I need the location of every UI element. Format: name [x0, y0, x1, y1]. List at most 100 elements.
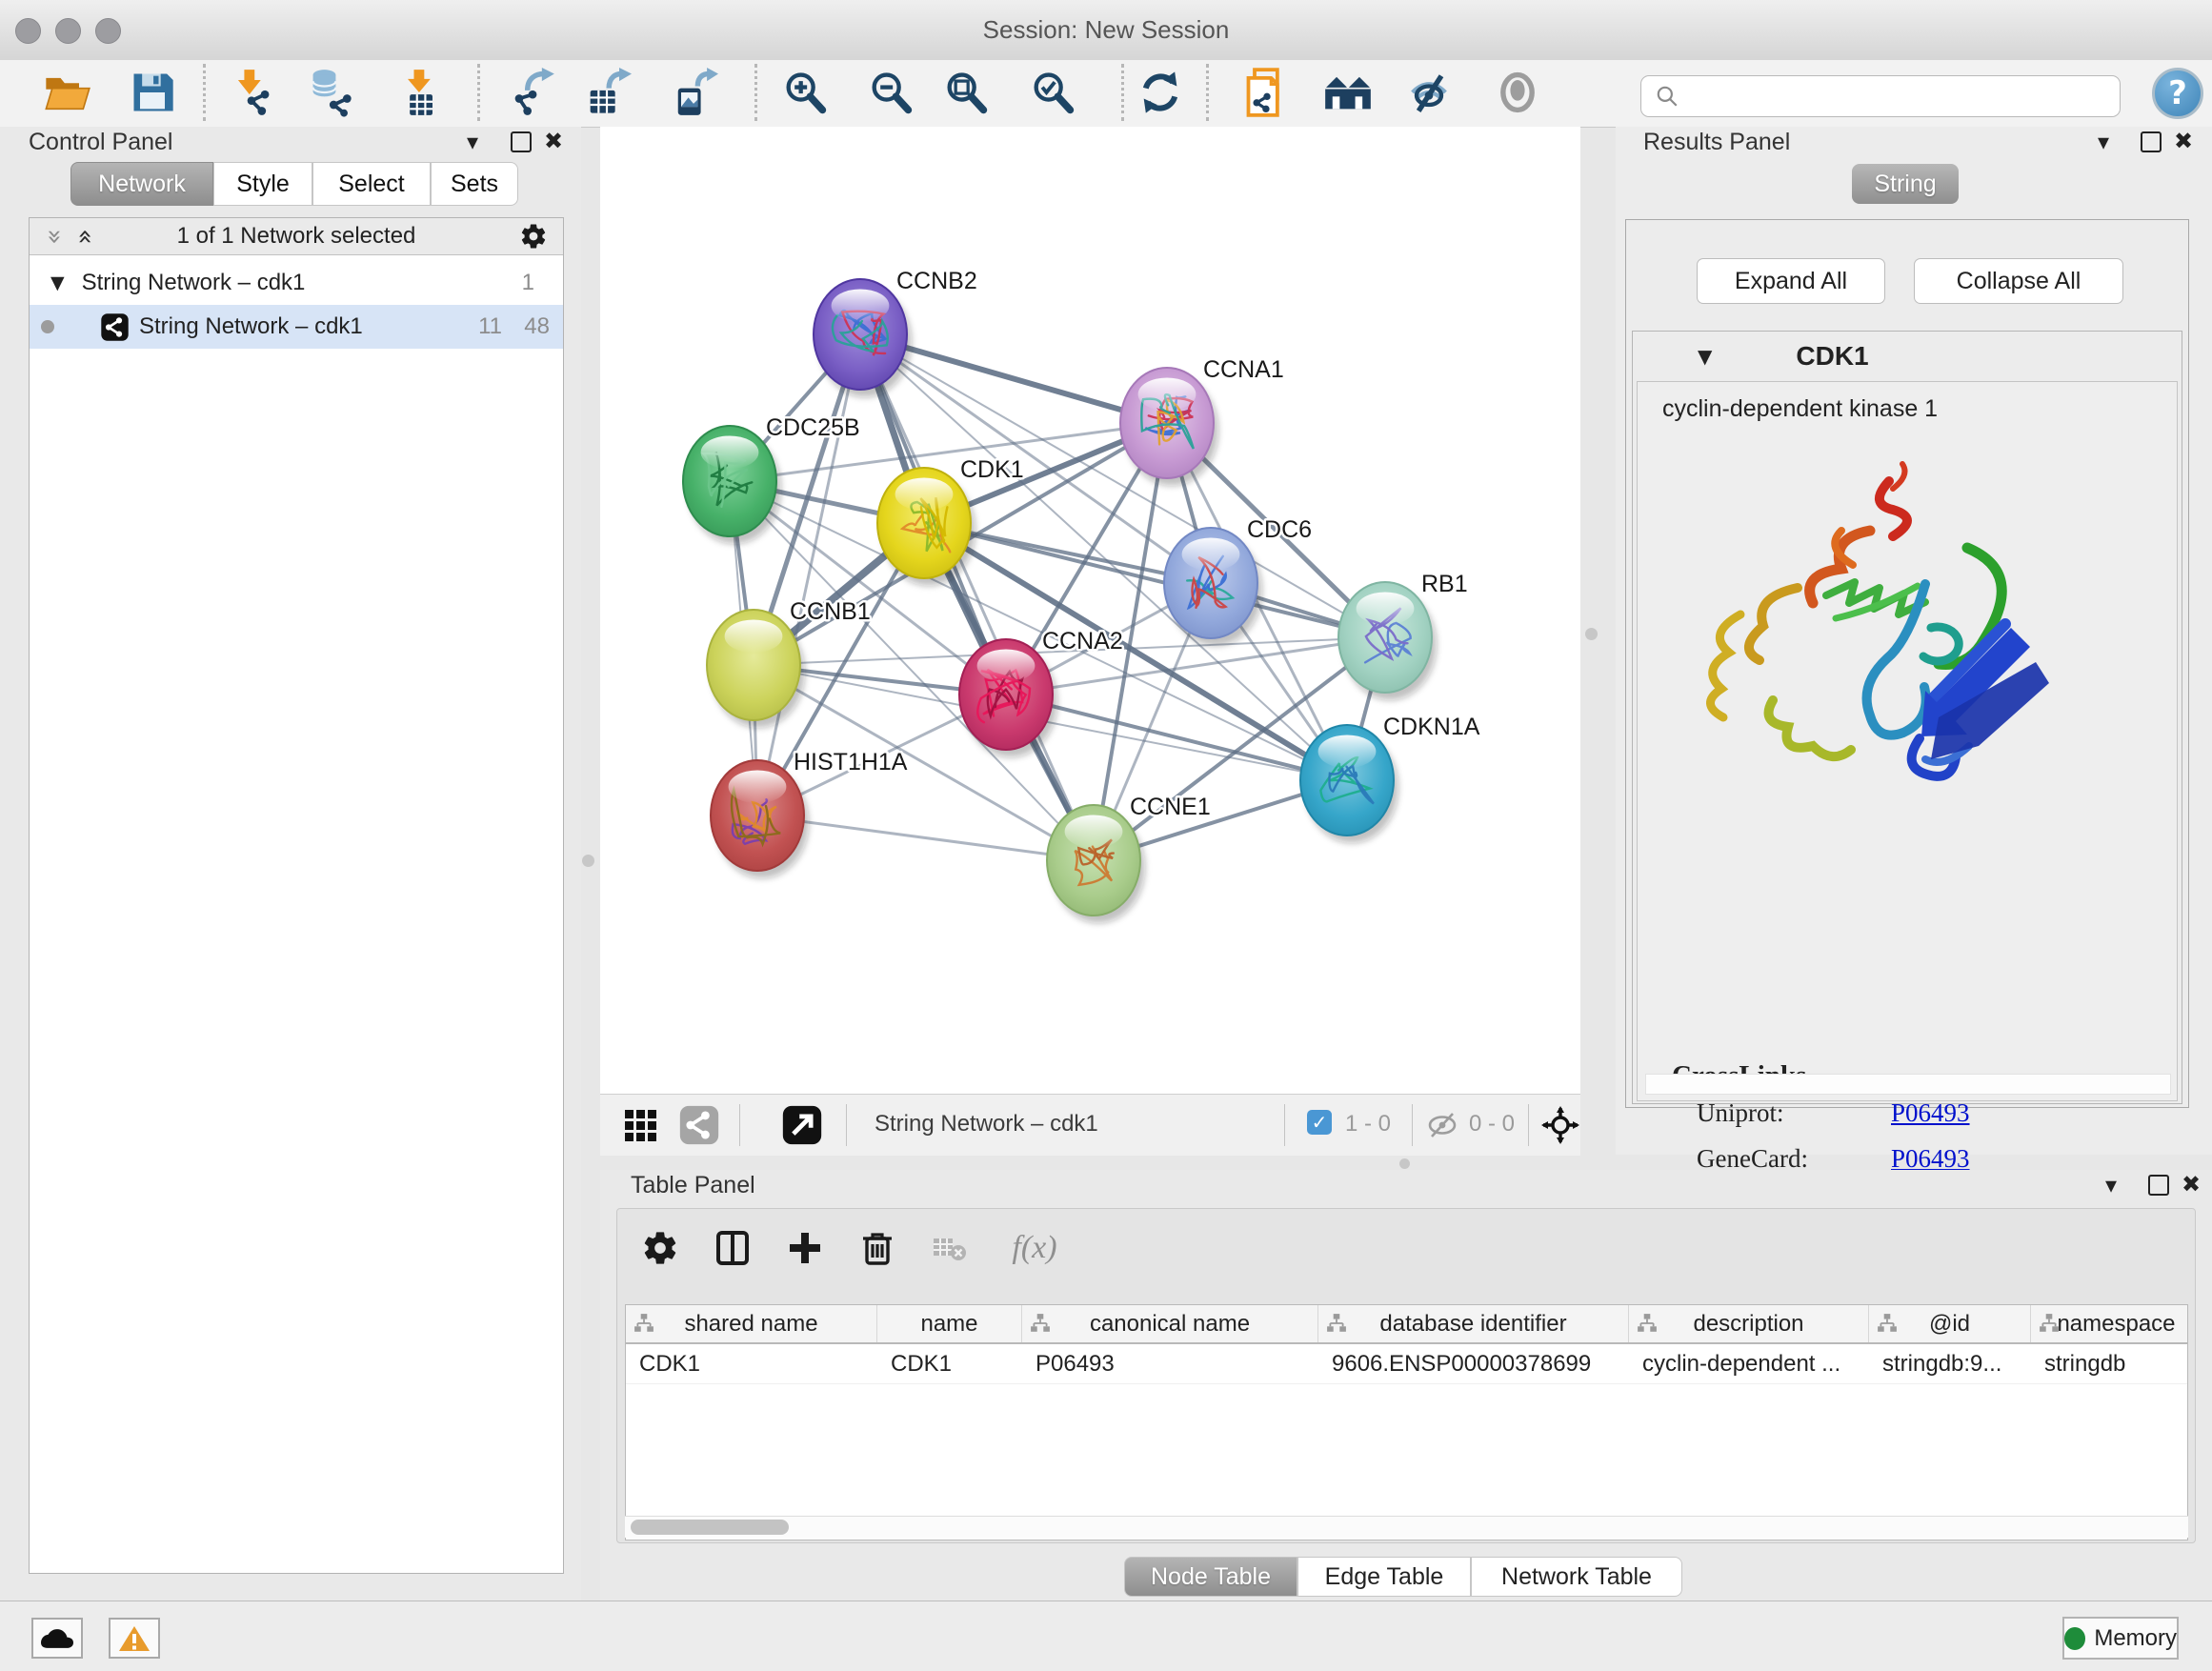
tab-node-table[interactable]: Node Table [1124, 1557, 1297, 1597]
import-table-file-icon[interactable] [393, 66, 447, 119]
network-node-CCNA2[interactable]: CCNA2 [959, 628, 1123, 757]
tab-edge-table[interactable]: Edge Table [1297, 1557, 1471, 1597]
window-title: Session: New Session [0, 15, 2212, 45]
export-image-icon[interactable] [667, 66, 720, 119]
birds-eye-view-icon[interactable] [1491, 66, 1544, 119]
toolbar-divider [477, 64, 480, 121]
protein-card-expander-icon[interactable]: ▼ [1698, 345, 1712, 368]
tab-string[interactable]: String [1852, 164, 1959, 204]
control-panel-close-icon[interactable]: ✖ [544, 130, 563, 152]
results-panel-close-icon[interactable]: ✖ [2174, 130, 2193, 152]
table-scrollbar-thumb[interactable] [631, 1520, 789, 1535]
graphics-details-icon[interactable] [1402, 66, 1456, 119]
network-node-count: 11 [458, 313, 502, 340]
search-input[interactable] [1679, 82, 2120, 111]
network-node-RB1[interactable]: RB1 [1338, 571, 1468, 700]
help-icon[interactable]: ? [2152, 68, 2203, 119]
table-row[interactable]: CDK1CDK1P064939606.ENSP00000378699cyclin… [626, 1344, 2187, 1384]
new-network-from-selection-icon[interactable] [1240, 66, 1294, 119]
delete-column-trash-icon[interactable] [852, 1222, 903, 1274]
import-network-database-icon[interactable] [304, 66, 357, 119]
table-panel-close-icon[interactable]: ✖ [2182, 1173, 2201, 1196]
network-grid-view-icon[interactable] [623, 1106, 661, 1149]
network-node-CCNB2[interactable]: CCNB2 [814, 268, 977, 397]
refresh-view-icon[interactable] [1134, 66, 1187, 119]
right-splitter-handle[interactable] [1585, 628, 1598, 640]
column-header-description[interactable]: description [1629, 1305, 1869, 1342]
protein-card-header[interactable]: ▼ CDK1 [1633, 332, 2182, 381]
network-navigator-crosshair-icon[interactable] [1541, 1106, 1579, 1149]
delete-table-icon[interactable] [924, 1222, 975, 1274]
network-node-CCNA1[interactable]: CCNA1 [1120, 356, 1284, 486]
tab-style[interactable]: Style [213, 162, 312, 206]
export-table-icon[interactable] [580, 66, 633, 119]
column-header-label: @id [1929, 1311, 1970, 1338]
network-share-view-icon[interactable] [678, 1104, 720, 1151]
network-node-CDC6[interactable]: CDC6 [1164, 516, 1312, 646]
application-window: Session: New Session [0, 0, 2212, 1671]
tab-sets-label: Sets [451, 171, 498, 198]
network-node-CCNE1[interactable]: CCNE1 [1047, 794, 1211, 923]
import-network-file-icon[interactable] [225, 66, 278, 119]
table-options-gear-icon[interactable] [634, 1222, 686, 1274]
table-panel-float-icon[interactable] [2148, 1175, 2169, 1196]
network-node-HIST1H1A[interactable]: HIST1H1A [711, 749, 908, 878]
zoom-out-icon[interactable] [864, 66, 917, 119]
hidden-elements-icon[interactable] [1425, 1112, 1459, 1143]
column-header-namespace[interactable]: namespace [2031, 1305, 2188, 1342]
tab-network[interactable]: Network [70, 162, 213, 206]
protein-description: cyclin-dependent kinase 1 [1662, 395, 1938, 423]
selected-elements-checkbox[interactable]: ✓ [1307, 1110, 1332, 1135]
tab-select[interactable]: Select [312, 162, 431, 206]
network-graph[interactable]: CCNB2CCNA1CDC25BCDK1CDC6RB1CCNB1CCNA2CDK… [600, 127, 1580, 1094]
table-panel-menu-icon[interactable]: ▾ [2105, 1174, 2117, 1197]
node-label: CDC6 [1247, 516, 1312, 543]
bottom-splitter-handle[interactable] [1399, 1158, 1410, 1169]
zoom-in-icon[interactable] [778, 66, 832, 119]
network-row-selected[interactable]: String Network – cdk1 11 48 [30, 305, 563, 349]
tab-sets[interactable]: Sets [431, 162, 518, 206]
warning-status-icon[interactable] [109, 1618, 160, 1659]
export-network-icon[interactable] [505, 66, 558, 119]
control-panel-title: Control Panel [29, 129, 172, 156]
network-canvas[interactable]: CCNB2CCNA1CDC25BCDK1CDC6RB1CCNB1CCNA2CDK… [600, 127, 1580, 1094]
column-header-name[interactable]: name [877, 1305, 1022, 1342]
cloud-status-icon[interactable] [31, 1618, 83, 1659]
create-column-icon[interactable] [779, 1222, 831, 1274]
welcome-screen-icon[interactable] [1321, 66, 1375, 119]
network-node-CDKN1A[interactable]: CDKN1A [1300, 714, 1480, 843]
open-network-window-icon[interactable] [781, 1104, 823, 1151]
show-columns-icon[interactable] [707, 1222, 758, 1274]
collapse-all-button[interactable]: Collapse All [1914, 258, 2123, 304]
tab-style-label: Style [236, 171, 290, 198]
column-header-canonical-name[interactable]: canonical name [1022, 1305, 1318, 1342]
results-panel-float-icon[interactable] [2141, 131, 2162, 152]
crosslink-link[interactable]: P06493 [1891, 1098, 1970, 1128]
zoom-fit-icon[interactable] [939, 66, 993, 119]
open-session-icon[interactable] [40, 66, 93, 119]
results-scrollbar-track[interactable] [1645, 1074, 2171, 1095]
results-panel-menu-icon[interactable]: ▾ [2098, 131, 2109, 153]
column-header-label: description [1693, 1311, 1803, 1338]
table-horizontal-scrollbar[interactable] [625, 1516, 2188, 1538]
column-header-database-identifier[interactable]: database identifier [1318, 1305, 1629, 1342]
control-panel-float-icon[interactable] [511, 131, 532, 152]
memory-button[interactable]: Memory [2062, 1617, 2179, 1660]
expand-all-button[interactable]: Expand All [1697, 258, 1885, 304]
function-builder-icon[interactable]: f(x) [996, 1222, 1073, 1274]
network-edge[interactable] [860, 334, 1094, 860]
left-splitter-handle[interactable] [582, 855, 594, 867]
tab-select-label: Select [338, 171, 404, 198]
collection-expander-icon[interactable]: ▼ [50, 272, 65, 293]
network-options-gear-icon[interactable] [519, 222, 548, 251]
column-header--id[interactable]: @id [1869, 1305, 2031, 1342]
control-panel-menu-icon[interactable]: ▾ [467, 131, 478, 153]
network-edge[interactable] [924, 523, 1385, 637]
save-session-icon[interactable] [126, 66, 179, 119]
tab-network-table[interactable]: Network Table [1471, 1557, 1682, 1597]
network-edge[interactable] [757, 334, 860, 815]
network-collection-row[interactable]: ▼ String Network – cdk1 1 [30, 261, 563, 305]
node-label: CCNB1 [790, 598, 871, 625]
column-header-shared-name[interactable]: shared name [626, 1305, 877, 1342]
zoom-selected-icon[interactable] [1026, 66, 1079, 119]
